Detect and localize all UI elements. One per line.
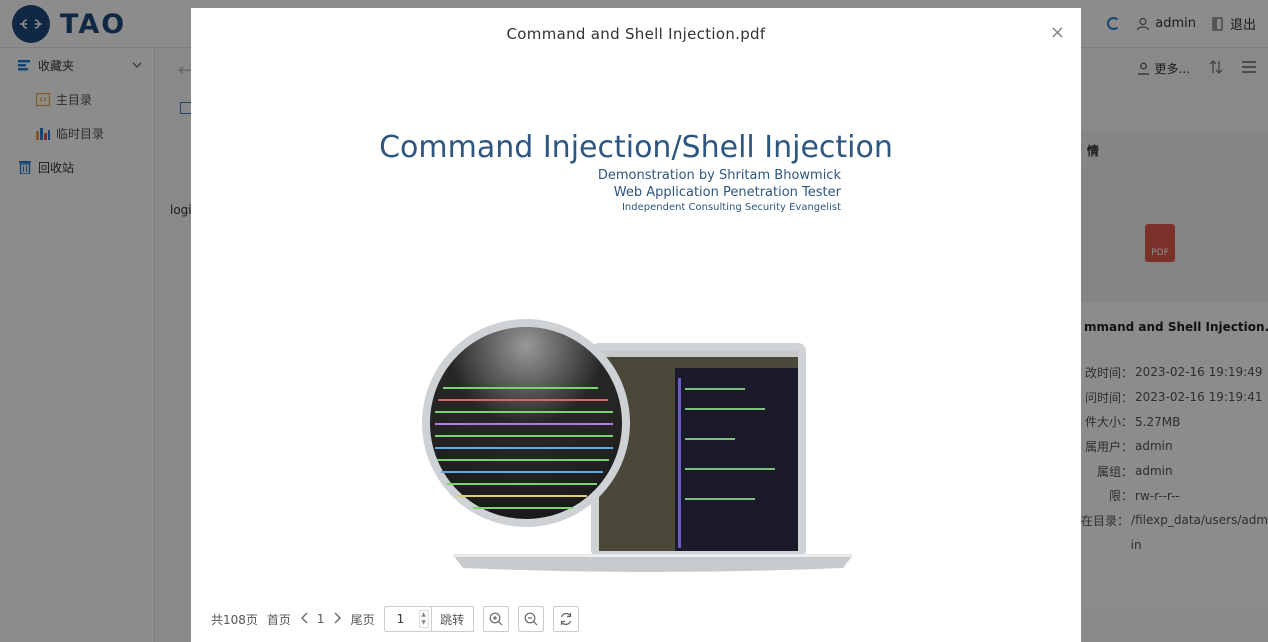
slide-subtitle: Independent Consulting Security Evangeli… (621, 202, 841, 213)
pdf-pager: 共108页 首页 1 尾页 1 ▲ ▼ 跳转 (211, 606, 579, 632)
zoom-in-icon[interactable] (482, 606, 509, 632)
page-number-input[interactable]: 1 ▲ ▼ (383, 606, 432, 632)
modal-title: Command and Shell Injection.pdf (506, 25, 766, 43)
page-count: 共108页 (211, 612, 258, 627)
last-page-button[interactable]: 尾页 (351, 611, 375, 628)
current-page: 1 (316, 612, 325, 626)
pdf-preview-modal: Command and Shell Injection.pdf × Comman… (191, 8, 1081, 642)
jump-button[interactable]: 跳转 (431, 606, 474, 632)
stepper-icon[interactable]: ▲ ▼ (418, 610, 429, 628)
laptop-terminal-image (422, 319, 853, 572)
slide-subtitle: Demonstration by Shritam Bhowmick (597, 168, 841, 183)
close-icon[interactable]: × (1050, 22, 1065, 43)
next-page-icon[interactable] (334, 612, 342, 627)
pdf-page: Command Injection/Shell Injection Demons… (191, 68, 1081, 598)
slide-title: Command Injection/Shell Injection (379, 130, 893, 165)
prev-page-icon[interactable] (300, 612, 308, 627)
zoom-out-icon[interactable] (517, 606, 544, 632)
reset-rotate-icon[interactable] (552, 606, 579, 632)
slide-subtitle: Web Application Penetration Tester (613, 185, 841, 200)
first-page-button[interactable]: 首页 (267, 611, 291, 628)
